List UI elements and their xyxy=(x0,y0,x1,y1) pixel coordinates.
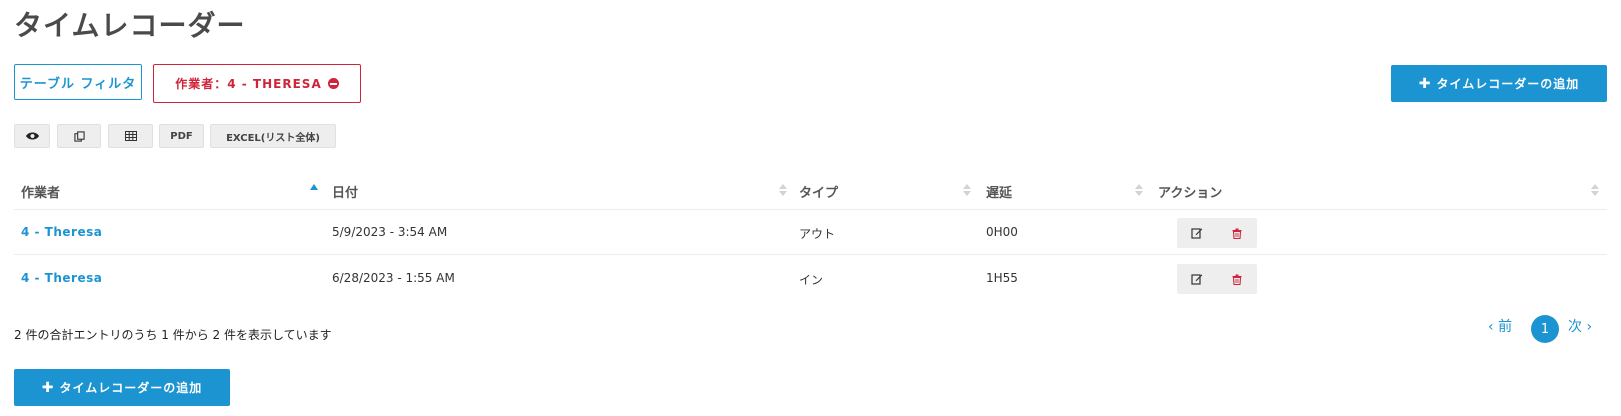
active-filter-chip[interactable]: 作業者：4 - THERESA xyxy=(153,64,361,103)
column-header-date[interactable]: 日付 xyxy=(332,182,358,201)
chevron-right-icon: › xyxy=(1586,319,1593,335)
row-delay: 0H00 xyxy=(986,225,1018,239)
row-divider xyxy=(14,254,1607,255)
delete-button[interactable] xyxy=(1217,218,1257,248)
sort-asc-icon[interactable] xyxy=(310,184,318,190)
column-header-type[interactable]: タイプ xyxy=(799,182,838,201)
prev-page-link[interactable]: ‹ 前 xyxy=(1488,316,1512,336)
row-actions xyxy=(1177,218,1257,248)
row-worker-link[interactable]: 4 - Theresa xyxy=(21,271,102,285)
row-worker-link[interactable]: 4 - Theresa xyxy=(21,225,102,239)
column-header-actions[interactable]: アクション xyxy=(1158,182,1222,201)
row-date: 6/28/2023 - 1:55 AM xyxy=(332,271,455,285)
edit-icon xyxy=(1191,274,1203,285)
trash-icon xyxy=(1232,274,1242,285)
active-filter-label: 作業者：4 - THERESA xyxy=(175,77,322,91)
sort-icon[interactable] xyxy=(779,184,787,198)
sort-icon[interactable] xyxy=(1591,184,1599,198)
edit-icon xyxy=(1191,228,1203,239)
csv-button[interactable] xyxy=(108,124,153,148)
add-timerecorder-button-bottom[interactable]: ✚ タイムレコーダーの追加 xyxy=(14,369,230,406)
plus-icon: ✚ xyxy=(41,379,55,396)
table-icon xyxy=(124,131,137,141)
add-label: タイムレコーダーの追加 xyxy=(59,381,203,395)
column-visibility-button[interactable] xyxy=(14,124,50,148)
current-page-button[interactable]: 1 xyxy=(1531,315,1559,343)
plus-icon: ✚ xyxy=(1418,75,1432,92)
edit-button[interactable] xyxy=(1177,264,1217,294)
next-label: 次 xyxy=(1568,319,1582,335)
page-title: タイムレコーダー xyxy=(14,9,246,42)
excel-button[interactable]: EXCEL(リスト全体) xyxy=(210,124,336,148)
delete-button[interactable] xyxy=(1217,264,1257,294)
trash-icon xyxy=(1232,228,1242,239)
add-label: タイムレコーダーの追加 xyxy=(1436,77,1580,91)
table-filter-button[interactable]: テーブル フィルタ xyxy=(14,64,142,100)
row-type: イン xyxy=(799,273,824,287)
row-actions xyxy=(1177,264,1257,294)
entries-info: 2 件の合計エントリのうち 1 件から 2 件を表示しています xyxy=(14,328,332,342)
header-divider xyxy=(14,209,1607,210)
copy-button[interactable] xyxy=(57,124,101,148)
prev-label: 前 xyxy=(1498,319,1513,335)
edit-button[interactable] xyxy=(1177,218,1217,248)
column-header-delay[interactable]: 遅延 xyxy=(986,182,1012,201)
sort-icon[interactable] xyxy=(1135,184,1143,198)
pdf-button[interactable]: PDF xyxy=(159,124,204,148)
remove-filter-icon[interactable] xyxy=(327,78,339,89)
sort-icon[interactable] xyxy=(963,184,971,198)
chevron-left-icon: ‹ xyxy=(1488,319,1494,335)
row-type: アウト xyxy=(799,227,836,241)
eye-icon xyxy=(25,132,39,140)
column-header-worker[interactable]: 作業者 xyxy=(21,182,60,201)
row-delay: 1H55 xyxy=(986,271,1018,285)
add-timerecorder-button-top[interactable]: ✚ タイムレコーダーの追加 xyxy=(1391,65,1607,102)
copy-icon xyxy=(73,130,85,142)
next-page-link[interactable]: 次 › xyxy=(1568,316,1592,336)
row-date: 5/9/2023 - 3:54 AM xyxy=(332,225,448,239)
